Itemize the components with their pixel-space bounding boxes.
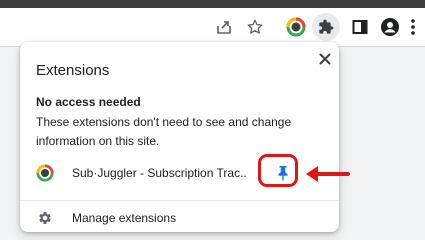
extension-name: Sub·Juggler - Subscription Trac... [72, 166, 247, 180]
subjuggler-icon [36, 164, 54, 182]
pin-highlight-annotation [258, 154, 298, 187]
profile-icon[interactable] [378, 15, 402, 39]
extensions-popup: Extensions No access needed These extens… [20, 42, 339, 232]
manage-extensions-item[interactable]: Manage extensions [20, 205, 339, 231]
side-panel-icon[interactable] [348, 15, 372, 39]
close-icon[interactable] [316, 50, 334, 68]
star-icon[interactable] [243, 15, 267, 39]
red-arrow-annotation [306, 166, 350, 182]
section-description: These extensions don't need to see and c… [36, 115, 292, 148]
share-icon[interactable] [212, 15, 236, 39]
popup-title: Extensions [36, 62, 110, 79]
extensions-puzzle-icon[interactable] [312, 13, 340, 41]
manage-extensions-label: Manage extensions [72, 211, 177, 225]
gear-icon [37, 210, 53, 226]
subjuggler-extension-icon[interactable] [284, 15, 308, 39]
divider [20, 200, 339, 201]
section-heading: No access needed [36, 95, 141, 109]
window-top-strip [0, 0, 425, 8]
more-menu-icon[interactable] [405, 15, 421, 39]
